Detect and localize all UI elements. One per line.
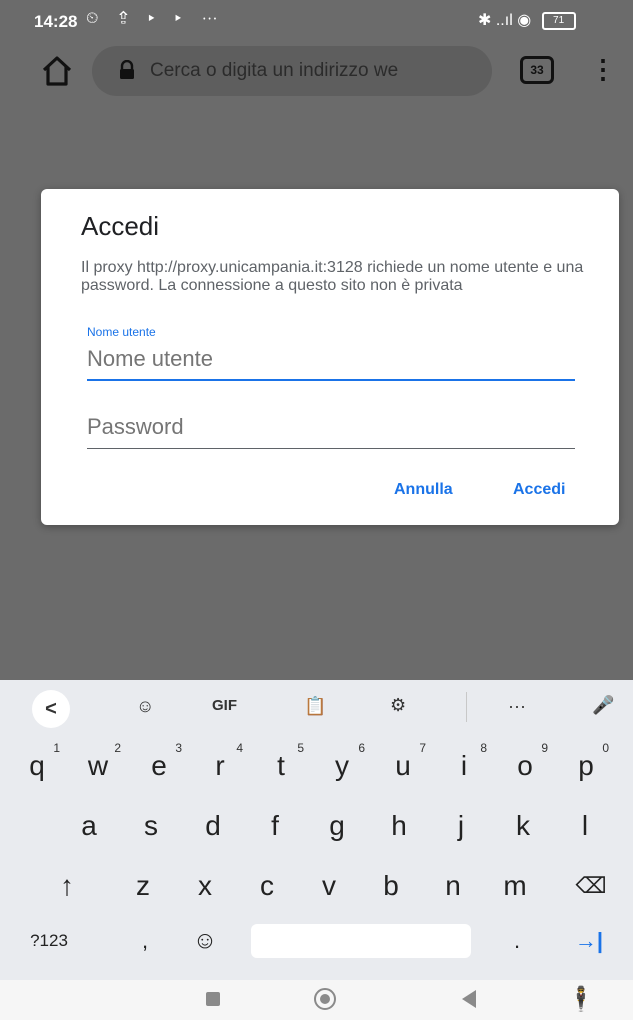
keyboard-toolbar: < ☺ GIF 📋 ⚙ ··· 🎤 [0,680,633,736]
key-m[interactable]: m [490,858,540,914]
username-input[interactable] [87,341,575,377]
enter-key[interactable]: →| [564,924,614,980]
status-bar: 14:28 ⏲ ⇪ ▸ ▸ ⋯ ✱ ..ıl ◉ 71 [0,0,633,40]
key-j[interactable]: j [436,798,486,854]
dialog-message: Il proxy http://proxy.unicampania.it:312… [81,259,584,294]
username-field-container [87,341,575,381]
status-time: 14:28 [34,12,78,31]
key-k[interactable]: k [498,798,548,854]
address-bar[interactable]: Cerca o digita un indirizzo we [92,46,492,96]
soft-keyboard: < ☺ GIF 📋 ⚙ ··· 🎤 q1w2e3r4t5y6u7i8o9p0 a… [0,680,633,980]
key-b[interactable]: b [366,858,416,914]
password-input[interactable] [87,409,575,445]
key-f[interactable]: f [250,798,300,854]
lock-icon [120,60,134,79]
key-e-label: e [151,750,167,781]
toolbar-divider [466,692,467,722]
key-r[interactable]: r4 [195,738,245,794]
settings-gear-icon[interactable]: ⚙ [390,695,406,716]
key-i-label: i [460,750,468,781]
key-t-number-hint: 5 [297,741,304,755]
gif-button[interactable]: GIF [212,697,237,714]
key-n[interactable]: n [428,858,478,914]
key-c[interactable]: c [242,858,292,914]
key-g[interactable]: g [312,798,362,854]
key-x[interactable]: x [180,858,230,914]
microphone-icon[interactable]: 🎤 [592,695,614,716]
key-o-label: o [517,750,533,781]
period-key[interactable]: . [492,924,542,980]
username-underline [87,379,575,381]
key-u-number-hint: 7 [419,741,426,755]
sticker-icon[interactable]: ☺ [136,696,154,717]
home-icon[interactable] [38,52,76,90]
proxy-auth-dialog: Accedi Il proxy http://proxy.unicampania… [41,189,619,525]
key-d[interactable]: d [188,798,238,854]
password-underline [87,448,575,449]
shift-key[interactable]: ↑ [42,858,92,914]
key-a[interactable]: a [64,798,114,854]
key-l[interactable]: l [560,798,610,854]
key-i-number-hint: 8 [480,741,487,755]
key-e[interactable]: e3 [134,738,184,794]
key-u-label: u [395,750,411,781]
keyboard-row-4: ?123 , ☺ . →| [0,924,633,980]
key-q[interactable]: q1 [12,738,62,794]
signal-icons: ✱ ..ıl ◉ [478,12,532,29]
tab-switcher-button[interactable]: 33 [520,56,554,84]
accessibility-icon[interactable]: 🕴 [566,985,596,1014]
key-p-number-hint: 0 [602,741,609,755]
emoji-key[interactable]: ☺ [180,924,230,980]
home-nav-icon[interactable] [314,988,336,1010]
key-q-number-hint: 1 [53,741,60,755]
username-floating-label: Nome utente [87,325,156,339]
key-r-label: r [215,750,225,781]
keyboard-row-3: ↑ z x c v b n m ⌫ [0,858,633,914]
key-t-label: t [277,750,285,781]
keyboard-row-2: asdfghjkl [0,798,633,854]
back-icon[interactable] [462,990,476,1008]
signin-button[interactable]: Accedi [513,481,565,499]
symbols-key[interactable]: ?123 [14,924,84,980]
browser-toolbar: Cerca o digita un indirizzo we 33 ⋮ [0,40,633,102]
key-u[interactable]: u7 [378,738,428,794]
overflow-menu-icon[interactable]: ⋮ [590,52,616,86]
key-w-label: w [87,750,109,781]
key-v[interactable]: v [304,858,354,914]
cancel-button[interactable]: Annulla [394,481,453,499]
spacebar-key[interactable] [251,924,471,958]
key-s[interactable]: s [126,798,176,854]
clipboard-icon[interactable]: 📋 [304,696,326,717]
key-p-label: p [578,750,594,781]
system-navigation-bar: 🕴 [0,980,633,1020]
key-r-number-hint: 4 [236,741,243,755]
key-q-label: q [29,750,45,781]
more-options-icon[interactable]: ··· [508,696,526,717]
password-field-container [87,409,575,449]
keyboard-row-1: q1w2e3r4t5y6u7i8o9p0 [0,738,633,794]
address-bar-placeholder: Cerca o digita un indirizzo we [150,60,399,81]
key-y[interactable]: y6 [317,738,367,794]
key-y-label: y [335,750,349,781]
battery-icon: 71 [541,11,576,30]
key-z[interactable]: z [118,858,168,914]
keyboard-collapse-icon[interactable]: < [32,690,70,728]
key-w-number-hint: 2 [114,741,121,755]
key-w[interactable]: w2 [73,738,123,794]
status-notification-icons: ⏲ ⇪ ▸ ▸ ⋯ [86,10,226,27]
key-e-number-hint: 3 [175,741,182,755]
dialog-title: Accedi [81,211,160,241]
key-p[interactable]: p0 [561,738,611,794]
key-o[interactable]: o9 [500,738,550,794]
key-i[interactable]: i8 [439,738,489,794]
status-system-icons: ✱ ..ıl ◉ 71 [478,10,576,30]
key-y-number-hint: 6 [358,741,365,755]
comma-key[interactable]: , [120,924,170,980]
key-t[interactable]: t5 [256,738,306,794]
key-o-number-hint: 9 [541,741,548,755]
recents-icon[interactable] [206,992,220,1006]
backspace-key[interactable]: ⌫ [566,858,616,914]
key-h[interactable]: h [374,798,424,854]
